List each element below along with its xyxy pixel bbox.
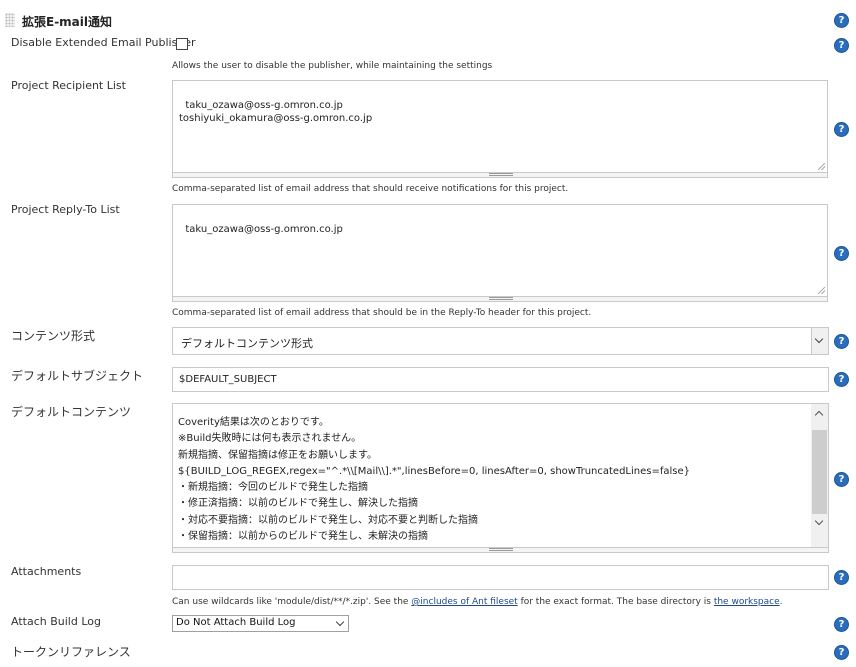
- scroll-down-icon[interactable]: [814, 516, 824, 526]
- help-icon[interactable]: ?: [834, 472, 849, 487]
- chevron-down-icon: [335, 617, 345, 627]
- content-line: ・対応不要指摘：以前のビルドで発生し、対応不要と判断した指摘: [178, 514, 478, 526]
- attachments-description: Can use wildcards like 'module/dist/**/*…: [172, 597, 783, 607]
- scrollbar-thumb[interactable]: [812, 430, 827, 514]
- vertical-scrollbar[interactable]: [811, 404, 828, 547]
- reply-to-list-description: Comma-separated list of email address th…: [172, 308, 592, 318]
- resize-grip-icon[interactable]: [818, 287, 825, 294]
- content-type-selected: デフォルトコンテンツ形式: [181, 337, 313, 350]
- default-content-resize-bar[interactable]: [172, 548, 829, 553]
- content-line: ・保留指摘：以前からのビルドで発生し、未解決の指摘: [178, 531, 428, 543]
- content-line: 新規指摘、保留指摘は修正をお願いします。: [178, 449, 377, 461]
- content-type-label: コンテンツ形式: [11, 329, 96, 343]
- resize-grip-icon[interactable]: [818, 163, 825, 170]
- help-icon[interactable]: ?: [834, 334, 849, 349]
- help-icon[interactable]: ?: [834, 122, 849, 137]
- ant-fileset-link[interactable]: @includes of Ant fileset: [411, 597, 517, 607]
- section-title: 拡張E-mail通知: [22, 15, 113, 29]
- recipient-list-textarea[interactable]: taku_ozawa@oss-g.omron.co.jp toshiyuki_o…: [172, 80, 828, 173]
- attachments-description-middle: for the exact format. The base directory…: [517, 597, 714, 607]
- help-icon[interactable]: ?: [834, 570, 849, 585]
- help-icon[interactable]: ?: [834, 372, 849, 387]
- default-content-textarea[interactable]: Coverity結果は次のとおりです。 ※Build失敗時には何も表示されません…: [172, 403, 829, 548]
- content-line: ※Build失敗時には何も表示されません。: [178, 433, 362, 445]
- attach-build-log-select[interactable]: Do Not Attach Build Log: [172, 615, 349, 632]
- workspace-link[interactable]: the workspace: [714, 597, 780, 607]
- chevron-down-icon: [814, 334, 824, 344]
- attachments-input[interactable]: [172, 565, 829, 590]
- content-type-arrow-button[interactable]: [811, 328, 828, 354]
- default-subject-label: デフォルトサブジェクト: [11, 369, 144, 383]
- help-icon[interactable]: ?: [834, 13, 849, 28]
- recipient-list-description: Comma-separated list of email address th…: [172, 184, 569, 194]
- default-content-text: Coverity結果は次のとおりです。 ※Build失敗時には何も表示されません…: [178, 415, 808, 545]
- scroll-up-icon[interactable]: [814, 410, 824, 420]
- disable-publisher-description: Allows the user to disable the publisher…: [172, 61, 493, 71]
- attachments-label: Attachments: [11, 565, 82, 578]
- reply-to-list-label: Project Reply-To List: [11, 203, 120, 216]
- default-content-label: デフォルトコンテンツ: [11, 405, 132, 419]
- attach-build-log-selected: Do Not Attach Build Log: [176, 617, 296, 628]
- help-icon[interactable]: ?: [834, 38, 849, 53]
- recipient-list-label: Project Recipient List: [11, 79, 126, 92]
- default-subject-input[interactable]: $DEFAULT_SUBJECT: [172, 367, 829, 392]
- help-icon[interactable]: ?: [834, 617, 849, 632]
- help-icon[interactable]: ?: [834, 645, 849, 660]
- token-reference-label: トークンリファレンス: [11, 645, 131, 659]
- reply-to-list-textarea[interactable]: taku_ozawa@oss-g.omron.co.jp: [172, 204, 828, 297]
- disable-publisher-label: Disable Extended Email Publisher: [11, 36, 196, 49]
- attachments-description-suffix: .: [779, 597, 783, 607]
- disable-publisher-checkbox[interactable]: [176, 38, 188, 50]
- reply-to-list-value: taku_ozawa@oss-g.omron.co.jp: [185, 224, 343, 235]
- content-line: ・新規指摘：今回のビルドで発生した指摘: [178, 482, 368, 494]
- recipient-list-resize-bar[interactable]: [172, 173, 828, 178]
- reply-to-list-resize-bar[interactable]: [172, 297, 828, 302]
- content-line: Coverity結果は次のとおりです。: [178, 417, 329, 428]
- content-line: ${BUILD_LOG_REGEX,regex="^.*\\[Mail\\].*…: [178, 465, 691, 477]
- help-icon[interactable]: ?: [834, 246, 849, 261]
- recipient-list-value: taku_ozawa@oss-g.omron.co.jp toshiyuki_o…: [179, 100, 373, 124]
- attach-build-log-label: Attach Build Log: [11, 615, 101, 628]
- attachments-description-prefix: Can use wildcards like 'module/dist/**/*…: [172, 597, 412, 607]
- section-drag-handle[interactable]: [5, 13, 15, 27]
- content-type-select[interactable]: デフォルトコンテンツ形式: [172, 327, 829, 355]
- content-line: ・修正済指摘：以前のビルドで発生し、解決した指摘: [178, 498, 418, 510]
